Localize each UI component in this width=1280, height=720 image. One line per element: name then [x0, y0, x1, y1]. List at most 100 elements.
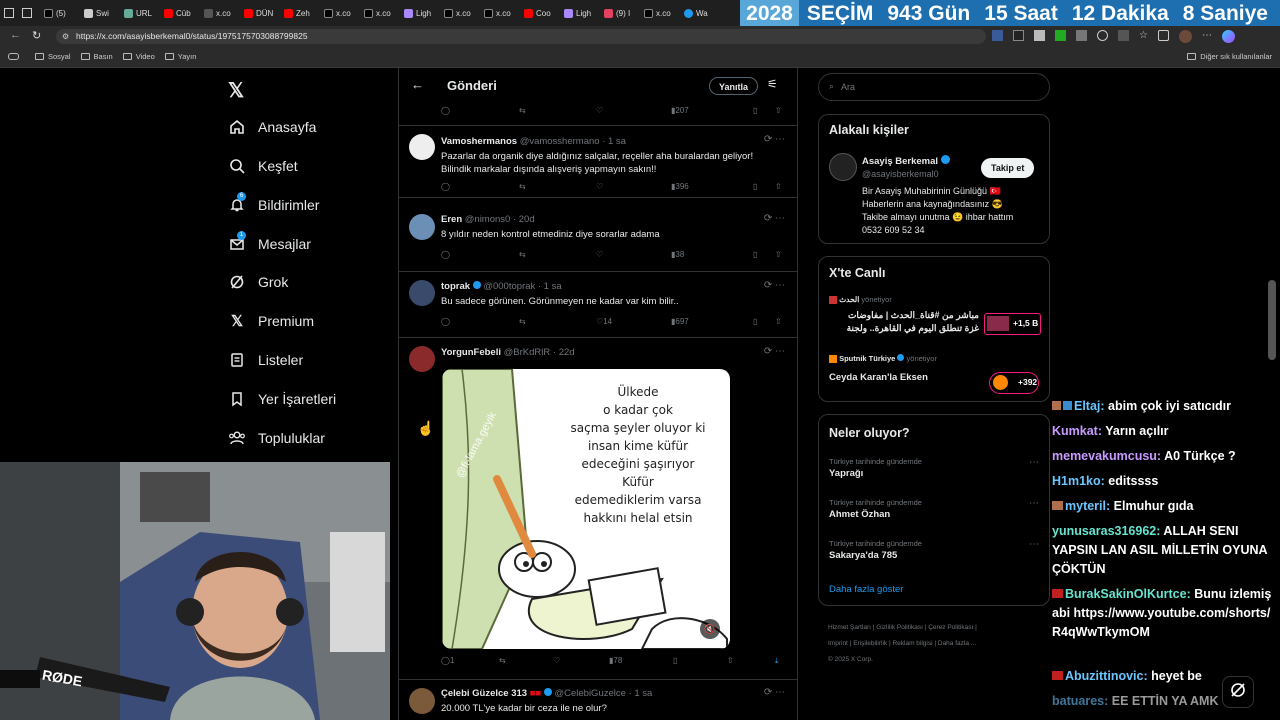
more-options-icon[interactable]: ⟳ ⋯	[764, 280, 785, 291]
tweet-author[interactable]: Çelebi Güzelce 313 ■■ @CelebiGuzelce · 1…	[441, 688, 652, 699]
sidebar-item-notifications[interactable]: 6 Bildirimler	[228, 192, 319, 214]
reply-tweet[interactable]: YorgunFebeli @BrKdRlR · 22d ⟳ ⋯ @fi-lama…	[399, 338, 797, 680]
share-icon[interactable]: ⇧	[775, 250, 782, 259]
site-info-icon[interactable]: ⚙	[62, 29, 69, 44]
avatar[interactable]	[409, 134, 435, 160]
browser-tab[interactable]: (9) I	[600, 3, 640, 23]
bookmark-folder[interactable]: Sosyal	[35, 52, 71, 61]
reply-tweet[interactable]: toprak @000toprak · 1 sa ⟳ ⋯ Bu sadece g…	[399, 272, 797, 338]
reply-icon[interactable]: ◯	[441, 250, 450, 259]
browser-tab[interactable]: URL	[120, 3, 160, 23]
repost-icon[interactable]: ⇆	[519, 106, 526, 115]
tweet-author[interactable]: YorgunFebeli @BrKdRlR · 22d	[441, 347, 575, 358]
tweet-image[interactable]: @fi-lama.geyik Ülkede o kadar çok saçma …	[442, 369, 730, 649]
live-count-badge[interactable]: +1,5 B	[984, 313, 1041, 335]
reply-tweet[interactable]: Çelebi Güzelce 313 ■■ @CelebiGuzelce · 1…	[399, 680, 797, 720]
browser-tab[interactable]: x.co	[360, 3, 400, 23]
more-options-icon[interactable]: ⟳ ⋯	[764, 346, 785, 357]
other-favorites[interactable]: Diğer sık kullanılanlar	[1187, 52, 1272, 61]
share-icon[interactable]: ⇧	[727, 656, 734, 665]
live-item[interactable]: الحدث yönetiyor مباشر من #قناة_الحدث | م…	[829, 295, 1041, 341]
tweet-author[interactable]: Eren @nimons0 · 20d	[441, 214, 535, 225]
reply-icon[interactable]: ◯ 1	[441, 656, 454, 665]
views-count[interactable]: ▮ 207	[671, 106, 689, 115]
reply-tweet[interactable]: Vamoshermanos @vamosshermano · 1 sa ⟳ ⋯ …	[399, 126, 797, 198]
reply-icon[interactable]: ◯	[441, 317, 450, 326]
views-count[interactable]: ▮ 78	[609, 656, 622, 665]
share-icon[interactable]: ⇧	[775, 317, 782, 326]
bookmark-icon[interactable]: ▯	[753, 182, 757, 191]
back-arrow-icon[interactable]: ←	[411, 77, 424, 92]
bookmark-icon[interactable]: ▯	[673, 656, 677, 665]
like-icon[interactable]: ♡	[596, 106, 603, 115]
show-more-link[interactable]: Daha fazla göster	[829, 584, 903, 595]
footer-link[interactable]: Gizlilik Politikası	[876, 624, 923, 631]
browser-tab[interactable]: Zeh	[280, 3, 320, 23]
repost-icon[interactable]: ⇆	[519, 250, 526, 259]
more-options-icon[interactable]: ⟳ ⋯	[764, 213, 785, 224]
share-icon[interactable]: ⇧	[775, 182, 782, 191]
share-icon[interactable]: ⇧	[775, 106, 782, 115]
repost-icon[interactable]: ⇆	[519, 182, 526, 191]
avatar[interactable]	[1178, 30, 1192, 43]
browser-tab[interactable]: Ligh	[400, 3, 440, 23]
tweet-author[interactable]: Vamoshermanos @vamosshermano · 1 sa	[441, 136, 626, 147]
browser-tab[interactable]: Wa	[680, 3, 720, 23]
more-options-icon[interactable]: ⋯	[1029, 539, 1039, 550]
scrollbar[interactable]	[1268, 280, 1276, 360]
sidebar-item-bookmarks[interactable]: Yer İşaretleri	[228, 390, 336, 408]
browser-tab[interactable]: Cüb	[160, 3, 200, 23]
bookmark-folder[interactable]: Yayın	[164, 52, 196, 61]
extension-icon[interactable]	[1097, 30, 1108, 41]
footer-link[interactable]: Erişilebilirlik	[853, 640, 887, 647]
sidebar-item-lists[interactable]: Listeler	[228, 351, 303, 369]
footer-link[interactable]: Reklam bilgisi	[892, 640, 932, 647]
trend-item[interactable]: Türkiye tarihinde gündemde Sakarya'da 78…	[829, 539, 1041, 569]
filter-icon[interactable]: ⚟	[767, 77, 778, 91]
browser-tab[interactable]: x.co	[320, 3, 360, 23]
avatar[interactable]	[409, 346, 435, 372]
more-options-icon[interactable]: ⋯	[1029, 498, 1039, 509]
repost-icon[interactable]: ⇆	[519, 317, 526, 326]
extension-icon[interactable]	[1013, 30, 1024, 41]
more-options-icon[interactable]: ⋯	[1029, 457, 1039, 468]
extension-icon[interactable]	[1118, 30, 1129, 41]
bookmark-icon[interactable]: ▯	[753, 250, 757, 259]
grok-float-button[interactable]	[1222, 676, 1254, 708]
reply-tweet[interactable]: Eren @nimons0 · 20d ⟳ ⋯ 8 yıldır neden k…	[399, 206, 797, 272]
browser-tab[interactable]: DÜN	[240, 3, 280, 23]
more-options-icon[interactable]: ⟳ ⋯	[764, 134, 785, 145]
bookmark-icon[interactable]: ▯	[753, 106, 757, 115]
browser-tab[interactable]: x.co	[480, 3, 520, 23]
favorites-icon[interactable]: ☆	[1139, 30, 1148, 43]
footer-link[interactable]: Imprint	[828, 640, 848, 647]
avatar[interactable]	[409, 214, 435, 240]
like-icon[interactable]: ♡	[596, 250, 603, 259]
browser-tab[interactable]: Coo	[520, 3, 560, 23]
download-icon[interactable]: ⤓	[775, 656, 779, 666]
reply-icon[interactable]: ◯	[441, 106, 450, 115]
back-icon[interactable]: ←	[10, 29, 21, 41]
views-count[interactable]: ▮ 697	[671, 317, 689, 326]
live-item[interactable]: Sputnik Türkiye yönetiyor Ceyda Karan'la…	[829, 354, 1041, 394]
browser-tab[interactable]: (5)	[40, 3, 80, 23]
extension-icon[interactable]	[1076, 30, 1087, 41]
views-count[interactable]: ▮ 396	[671, 182, 689, 191]
copilot-icon[interactable]	[1221, 30, 1235, 43]
like-icon[interactable]: ♡	[596, 182, 603, 191]
repost-icon[interactable]: ⇆	[499, 656, 506, 665]
like-icon[interactable]: ♡ 14	[596, 317, 612, 326]
sidebar-item-home[interactable]: Anasayfa	[228, 118, 316, 136]
sidebar-item-grok[interactable]: Grok	[228, 273, 288, 291]
sidebar-item-explore[interactable]: Keşfet	[228, 157, 298, 175]
reload-icon[interactable]: ↻	[32, 29, 41, 42]
footer-link[interactable]: Daha fazla ...	[938, 640, 976, 647]
avatar[interactable]	[409, 280, 435, 306]
bookmark-folder[interactable]: Video	[122, 52, 155, 61]
follow-button[interactable]: Takip et	[981, 158, 1035, 178]
footer-link[interactable]: Çerez Politikası	[928, 624, 973, 631]
avatar[interactable]	[409, 688, 435, 714]
browser-tab[interactable]: x.co	[440, 3, 480, 23]
bookmark-folder[interactable]: Basın	[80, 52, 113, 61]
trend-item[interactable]: Türkiye tarihinde gündemde Yaprağı ⋯	[829, 457, 1041, 487]
